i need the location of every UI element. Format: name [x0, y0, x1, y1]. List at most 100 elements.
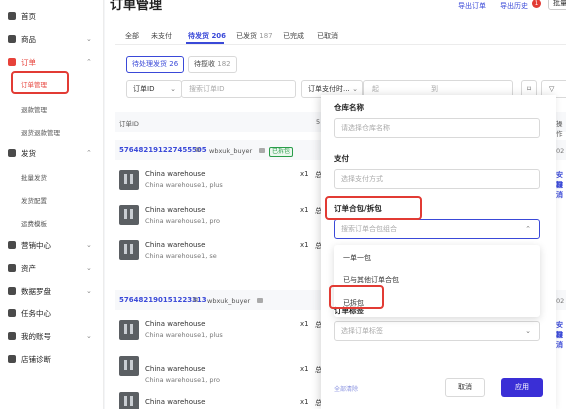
highlight-box: [325, 196, 422, 220]
buyer-name: wbxuk_buyer: [207, 297, 251, 305]
chevron-up-icon: ⌃: [86, 58, 92, 66]
product-name: China warehouse: [145, 398, 206, 406]
message-icon[interactable]: [257, 298, 263, 303]
option-combined[interactable]: 已与其他订单合包: [343, 275, 399, 285]
sidebar-item-label: 我的账号: [21, 331, 51, 341]
sidebar-item-shipping[interactable]: 发货 ⌃: [0, 145, 104, 161]
order-id-select[interactable]: 订单ID ⌄: [126, 80, 182, 98]
box-icon: [8, 35, 16, 43]
chevron-up-icon: ⌃: [86, 149, 92, 157]
subtab-awaiting-pickup[interactable]: 待揽收 182: [188, 56, 237, 73]
copy-icon[interactable]: ⧉: [195, 146, 200, 155]
batch-button[interactable]: 批量: [548, 0, 566, 10]
sidebar-item-label: 订单: [21, 57, 36, 67]
message-icon[interactable]: [259, 148, 265, 153]
sidebar-item-assets[interactable]: 资产 ⌄: [0, 260, 104, 276]
truck-icon: [8, 149, 16, 157]
highlight-box: [329, 285, 384, 309]
tab-cancelled[interactable]: 已取消: [317, 31, 338, 41]
sidebar-item-home[interactable]: 首页: [0, 8, 104, 24]
sidebar-sub-freight-template[interactable]: 运费模板: [21, 218, 47, 228]
product-qty: x1: [300, 241, 309, 249]
product-qty: x1: [300, 398, 309, 406]
chevron-down-icon: ⌄: [86, 241, 92, 249]
chevron-down-icon: ⌄: [86, 264, 92, 272]
sidebar-item-data-compass[interactable]: 数据罗盘 ⌄: [0, 283, 104, 299]
tab-all[interactable]: 全部: [125, 31, 139, 41]
tab-to-ship[interactable]: 待发货 206: [188, 31, 226, 41]
product-thumbnail: [119, 356, 139, 376]
sidebar-item-products[interactable]: 商品 ⌄: [0, 31, 104, 47]
apply-button[interactable]: 应用: [501, 378, 543, 397]
order-date: 02: [556, 297, 565, 305]
highlight-box: [11, 71, 69, 94]
filter-panel: 仓库名称 请选择仓库名称 支付 选择支付方式 订单合包/拆包 搜索订单合包组合 …: [321, 95, 556, 409]
product-qty: x1: [300, 206, 309, 214]
order-icon: [8, 58, 16, 66]
product-name: China warehouse: [145, 241, 206, 249]
sidebar-item-orders[interactable]: 订单 ⌃: [0, 54, 104, 70]
sidebar-item-diagnosis[interactable]: 店铺诊断: [0, 351, 104, 367]
chevron-up-icon: ⌃: [525, 225, 531, 233]
product-thumbnail: [119, 320, 139, 340]
chevron-down-icon: ⌄: [170, 85, 176, 93]
chevron-down-icon: ⌄: [86, 287, 92, 295]
product-thumbnail: [119, 240, 139, 260]
order-search-input[interactable]: 搜索订单ID: [181, 80, 296, 98]
product-variant: China warehouse1, plus: [145, 331, 223, 339]
order-tag-select[interactable]: 选择订单标签 ⌄: [334, 321, 540, 341]
product-name: China warehouse: [145, 320, 206, 328]
order-date: 02: [556, 147, 565, 155]
option-single-package[interactable]: 一单一包: [343, 253, 371, 263]
warehouse-label: 仓库名称: [334, 103, 364, 112]
sidebar-sub-refunds[interactable]: 退款管理: [21, 104, 47, 114]
diagnosis-icon: [8, 355, 16, 363]
chevron-down-icon: ⌄: [86, 332, 92, 340]
sidebar-sub-returns[interactable]: 退货退款管理: [21, 127, 60, 137]
sidebar-item-label: 首页: [21, 11, 36, 21]
cancel-link[interactable]: 取消: [556, 330, 566, 350]
product-qty: x1: [300, 170, 309, 178]
cancel-button[interactable]: 取消: [445, 378, 485, 397]
combine-select[interactable]: 搜索订单合包组合 ⌃: [334, 219, 540, 239]
sidebar-item-label: 商品: [21, 34, 36, 44]
product-variant: China warehouse1, se: [145, 252, 217, 260]
warehouse-select[interactable]: 请选择仓库名称: [334, 118, 540, 138]
product-variant: China warehouse1, pro: [145, 376, 220, 384]
megaphone-icon: [8, 241, 16, 249]
product-thumbnail: [119, 170, 139, 190]
sidebar-item-account[interactable]: 我的账号 ⌄: [0, 328, 104, 344]
export-orders-link[interactable]: 导出订单: [458, 1, 486, 11]
cancel-link[interactable]: 取消: [556, 180, 566, 200]
product-thumbnail: [119, 205, 139, 225]
buyer-name: wbxuk_buyer: [209, 147, 253, 155]
sidebar-item-label: 资产: [21, 263, 36, 273]
clear-all-link[interactable]: 全部清除: [334, 384, 358, 393]
sidebar-item-label: 数据罗盘: [21, 286, 51, 296]
product-name: China warehouse: [145, 206, 206, 214]
tab-completed[interactable]: 已完成: [283, 31, 304, 41]
subtab-pending-ship[interactable]: 待处理发货 26: [126, 56, 185, 73]
sidebar-item-label: 发货: [21, 148, 36, 158]
sidebar-item-tasks[interactable]: 任务中心: [0, 305, 104, 321]
tab-unpaid[interactable]: 未支付: [151, 31, 172, 41]
order-id[interactable]: 576482191227455505: [119, 146, 207, 154]
home-icon: [8, 12, 16, 20]
sidebar-item-marketing[interactable]: 营销中心 ⌄: [0, 237, 104, 253]
col-header-order-id: 订单ID: [119, 120, 139, 128]
sidebar-sub-bulk-ship[interactable]: 批量发货: [21, 172, 47, 182]
chart-icon: [8, 287, 16, 295]
user-icon: [8, 332, 16, 340]
divider: [115, 44, 566, 45]
sidebar: 首页 商品 ⌄ 订单 ⌃ 订单管理 退款管理 退货退款管理 发货 ⌃ 批量发货 …: [0, 0, 104, 409]
product-variant: China warehouse1, pro: [145, 217, 220, 225]
copy-icon[interactable]: ⧉: [193, 296, 198, 305]
product-name: China warehouse: [145, 365, 206, 373]
tab-shipped[interactable]: 已发货 187: [236, 31, 273, 41]
payment-select[interactable]: 选择支付方式: [334, 169, 540, 189]
product-qty: x1: [300, 365, 309, 373]
export-history-link[interactable]: 导出历史: [500, 1, 528, 11]
sidebar-sub-ship-config[interactable]: 发货配置: [21, 195, 47, 205]
chevron-down-icon: ⌄: [525, 327, 531, 335]
product-thumbnail: [119, 392, 139, 409]
